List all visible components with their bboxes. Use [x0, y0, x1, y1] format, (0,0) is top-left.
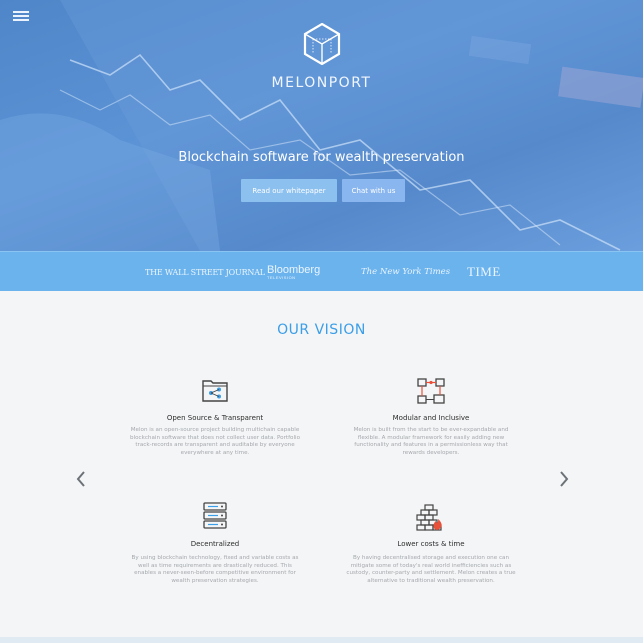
feature-description: By having decentralised storage and exec… — [346, 555, 516, 584]
hero-section: MELONPORT Blockchain software for wealth… — [0, 0, 643, 251]
press-logo-bloomberg-sub: TELEVISION — [267, 275, 296, 280]
feature-description: By using blockchain technology, fixed an… — [131, 555, 299, 584]
feature-description: Melon is built from the start to be ever… — [353, 427, 509, 456]
feature-title: Open Source & Transparent — [166, 414, 264, 422]
folder-share-icon — [202, 380, 228, 402]
feature-card: Lower costs & time By having decentralis… — [343, 500, 519, 590]
press-logo-bloomberg: Bloomberg TELEVISION — [267, 252, 320, 292]
menu-icon[interactable] — [13, 11, 29, 21]
press-logo-wsj: THE WALL STREET JOURNAL — [145, 267, 265, 277]
chat-button[interactable]: Chat with us — [342, 179, 405, 202]
chevron-left-icon[interactable] — [75, 470, 87, 488]
feature-description: Melon is an open-source project building… — [130, 427, 300, 456]
network-modules-icon — [417, 378, 445, 404]
brand-name: MELONPORT — [271, 75, 372, 91]
feature-title: Modular and Inclusive — [392, 414, 470, 422]
press-logo-nyt: The New York Times — [361, 267, 451, 277]
chevron-right-icon[interactable] — [558, 470, 570, 488]
melonport-cube-logo — [303, 23, 341, 65]
section-title: OUR VISION — [277, 322, 366, 338]
feature-card: Open Source & Transparent Melon is an op… — [127, 374, 303, 464]
feature-title: Decentralized — [190, 540, 240, 548]
server-stack-icon — [203, 502, 227, 529]
hero-tagline: Blockchain software for wealth preservat… — [178, 150, 465, 165]
feature-card: Decentralized By using blockchain techno… — [127, 500, 303, 590]
read-whitepaper-button[interactable]: Read our whitepaper — [241, 179, 337, 202]
footer-strip — [0, 637, 643, 643]
feature-card: Modular and Inclusive Melon is built fro… — [343, 374, 519, 464]
press-band: THE WALL STREET JOURNAL Bloomberg TELEVI… — [0, 251, 643, 291]
press-logo-time: TIME — [467, 264, 501, 279]
feature-title: Lower costs & time — [397, 540, 465, 548]
firewall-icon — [416, 504, 442, 531]
